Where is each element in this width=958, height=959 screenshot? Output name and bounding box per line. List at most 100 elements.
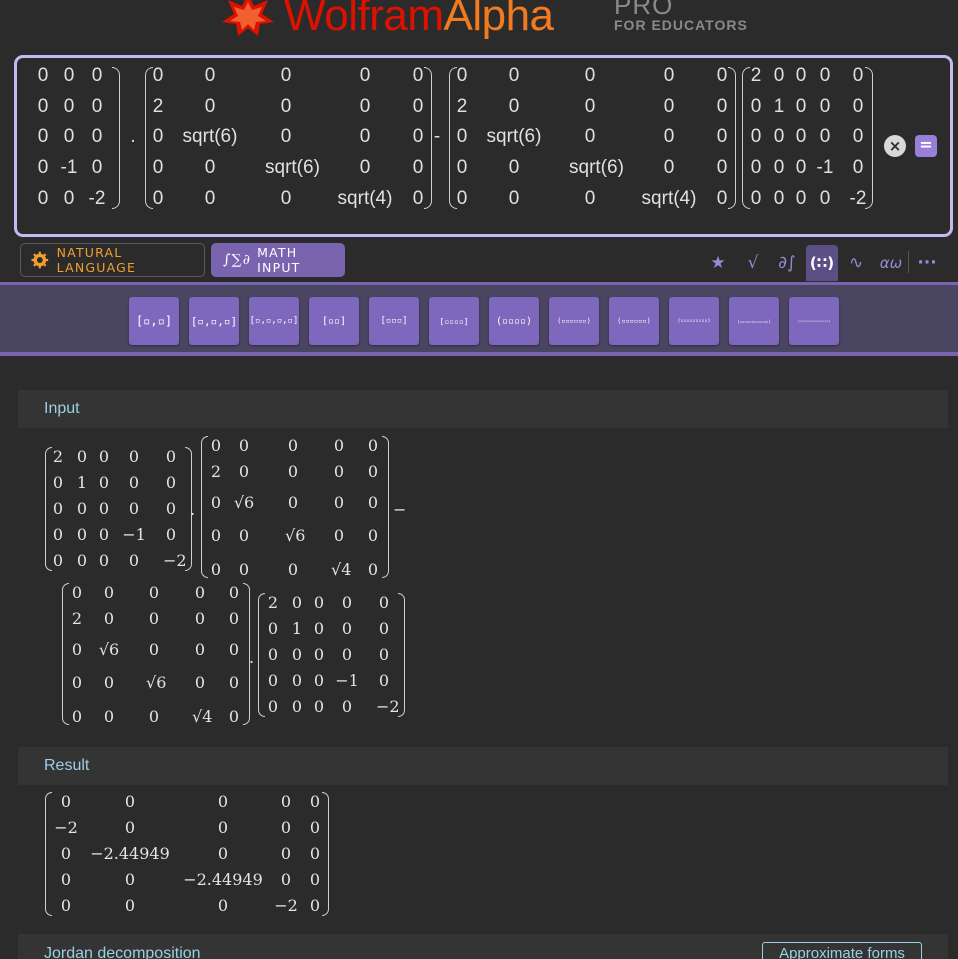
- input-m2-cell: 2: [210, 462, 222, 481]
- query-token: 0: [91, 65, 103, 86]
- input-m1-cell: 0: [52, 525, 64, 544]
- input-m1-cell: −1: [122, 525, 146, 544]
- input-m4-cell: 0: [378, 671, 390, 690]
- input-m1-cell: −2: [163, 551, 187, 570]
- query-token: sqrt(4): [337, 188, 393, 209]
- query-token: 0: [280, 126, 292, 147]
- template-column-vector-2[interactable]: [▫▫]: [309, 297, 359, 345]
- input-m3-cell: 0: [103, 609, 115, 628]
- template-matrix-2x3[interactable]: (▫▫▫▫▫▫): [549, 297, 599, 345]
- template-matrix-3x4[interactable]: (▫▫▫▫▫▫▫▫▫▫▫▫): [729, 297, 779, 345]
- query-token: 0: [63, 65, 75, 86]
- template-row-vector-3[interactable]: [▫,▫,▫]: [189, 297, 239, 345]
- more-icon[interactable]: ···: [914, 245, 940, 281]
- query-token: 0: [663, 157, 675, 178]
- query-token: 0: [37, 188, 49, 209]
- input-m1-cell: 0: [128, 473, 140, 492]
- input-m4-cell: 0: [378, 619, 390, 638]
- query-token: sqrt(6): [486, 126, 542, 147]
- template-column-vector-4[interactable]: [▫▫▫▫]: [429, 297, 479, 345]
- template-matrix-2x2[interactable]: (▫▫▫▫): [489, 297, 539, 345]
- input-m2-cell: 0: [333, 493, 345, 512]
- query-token: 0: [280, 65, 292, 86]
- result-cell: 0: [309, 870, 321, 889]
- right-paren: [728, 67, 736, 209]
- input-m1-cell: 0: [98, 525, 110, 544]
- template-matrix-3x2[interactable]: (▫▫▫▫▫▫): [609, 297, 659, 345]
- sqrt-icon[interactable]: √: [738, 245, 768, 281]
- wave-icon[interactable]: ∿: [842, 245, 870, 281]
- query-token: -1: [60, 157, 78, 178]
- input-m3-cell: 0: [148, 707, 160, 726]
- query-input[interactable]: 0 0 0 0 0 0 0 0 0 0 -1 0 0 0 -2. 0 0 0 0 0 2 0 0 0 0 0 sqrt(6) 0 0 0 0…: [14, 55, 953, 237]
- brand-name-part1: Wolfram: [284, 0, 444, 40]
- jordan-pod-title: Jordan decomposition: [44, 945, 201, 959]
- query-token: 0: [37, 65, 49, 86]
- template-matrix-4x4[interactable]: (▫▫▫▫▫▫▫▫▫▫▫▫▫▫▫▫): [789, 297, 839, 345]
- query-token: 0: [773, 188, 785, 209]
- educators-label: FOR EDUCATORS: [614, 17, 748, 33]
- query-matrix-expression[interactable]: 0 0 0 0 0 0 0 0 0 0 -1 0 0 0 -2. 0 0 0 0 0 2 0 0 0 0 0 sqrt(6) 0 0 0 0…: [17, 58, 917, 234]
- result-cell: 0: [280, 818, 292, 837]
- input-pod-title: Input: [44, 400, 80, 417]
- query-token: 0: [750, 188, 762, 209]
- calculus-icon[interactable]: ∂∫: [772, 245, 802, 281]
- wolframalpha-logo[interactable]: WolframAlpha: [220, 0, 554, 38]
- greek-icon[interactable]: αω: [876, 245, 906, 281]
- query-token: 0: [204, 157, 216, 178]
- matrix-icon[interactable]: (∷): [806, 245, 838, 281]
- input-m2-cell: 0: [210, 493, 222, 512]
- template-column-vector-3[interactable]: [▫▫▫]: [369, 297, 419, 345]
- star-icon[interactable]: ★: [704, 245, 732, 281]
- input-m3-cell: 0: [103, 673, 115, 692]
- input-m2-cell: 0: [367, 493, 379, 512]
- input-m2-cell: 0: [210, 560, 222, 579]
- query-token: 0: [773, 157, 785, 178]
- query-token: 0: [359, 126, 371, 147]
- query-token: 0: [795, 96, 807, 117]
- query-token: 0: [508, 96, 520, 117]
- input-m4-cell: 0: [313, 645, 325, 664]
- input-m4-cell: 0: [313, 619, 325, 638]
- query-token: 0: [508, 188, 520, 209]
- query-token: 0: [795, 126, 807, 147]
- input-m2-cell: 0: [333, 462, 345, 481]
- template-row-vector-2[interactable]: [▫,▫]: [129, 297, 179, 345]
- query-token: 0: [750, 157, 762, 178]
- query-token: 0: [63, 188, 75, 209]
- input-m1-cell: 0: [98, 551, 110, 570]
- natural-language-button[interactable]: NATURAL LANGUAGE: [20, 243, 205, 277]
- input-m2-cell: 0: [210, 526, 222, 545]
- input-m3-cell: 0: [148, 609, 160, 628]
- input-m4-cell: 0: [341, 697, 353, 716]
- clear-input-button[interactable]: ×: [884, 135, 906, 157]
- input-m3-cell: 0: [103, 583, 115, 602]
- query-token: 0: [795, 65, 807, 86]
- approximate-forms-button[interactable]: Approximate forms: [762, 942, 922, 959]
- input-m4-cell: 0: [291, 697, 303, 716]
- operator-symbol: .: [249, 648, 255, 667]
- template-row-vector-4[interactable]: [▫,▫,▫,▫]: [249, 297, 299, 345]
- compute-button[interactable]: =: [915, 135, 937, 157]
- input-m3-cell: 0: [194, 609, 206, 628]
- input-m3-cell: 0: [194, 640, 206, 659]
- query-token: 0: [663, 96, 675, 117]
- input-m3-cell: 0: [103, 707, 115, 726]
- input-m1-cell: 1: [76, 473, 88, 492]
- query-token: 0: [795, 157, 807, 178]
- input-m1-cell: 0: [98, 447, 110, 466]
- input-m3-cell: 0: [228, 609, 240, 628]
- query-token: 0: [819, 96, 831, 117]
- input-m2-cell: 0: [367, 560, 379, 579]
- input-m4-cell: 0: [291, 671, 303, 690]
- math-input-button[interactable]: ∫∑∂ MATH INPUT: [211, 243, 345, 277]
- template-matrix-3x3[interactable]: (▫▫▫▫▫▫▫▫▫): [669, 297, 719, 345]
- query-token: 0: [280, 188, 292, 209]
- input-m1-cell: 0: [165, 447, 177, 466]
- query-token: sqrt(6): [569, 157, 624, 178]
- matrix-right-paren: [382, 436, 389, 578]
- query-token: 0: [37, 96, 49, 117]
- input-m1-cell: 0: [76, 525, 88, 544]
- input-m4-cell: 0: [341, 645, 353, 664]
- input-m4-cell: 0: [313, 697, 325, 716]
